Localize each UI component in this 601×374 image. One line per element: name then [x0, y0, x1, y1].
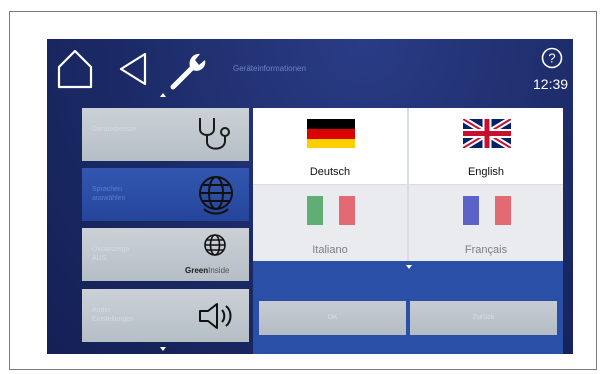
language-option-italiano[interactable]: Italiano	[253, 185, 407, 261]
help-symbol: ?	[548, 51, 555, 66]
grid-scroll-down-arrow[interactable]	[406, 265, 412, 269]
fr-flag-icon	[463, 196, 511, 225]
language-option-english[interactable]: English	[409, 108, 563, 184]
menu-scroll-up-arrow[interactable]	[160, 93, 166, 97]
menu-item-label: Sprachen auswählen	[92, 186, 126, 202]
language-label: Français	[464, 244, 508, 256]
page-title: Geräteinformationen	[233, 64, 306, 73]
clock: 12:39	[533, 76, 569, 92]
language-grid: Deutsch English Italiano Français	[253, 108, 563, 261]
greeninside-logo-bold: Green	[185, 266, 209, 275]
language-label: English	[467, 166, 505, 178]
globe-icon	[199, 176, 233, 215]
language-label: Deutsch	[309, 166, 351, 178]
menu-item-eco-display[interactable]: Ökoanzeige AUS GreenInside	[82, 228, 249, 281]
speaker-icon	[199, 303, 232, 329]
back-triangle-icon[interactable]	[117, 51, 149, 87]
uk-flag-icon	[463, 119, 511, 148]
stethoscope-icon	[199, 118, 230, 150]
menu-item-audio-settings[interactable]: Audio Einstellungen	[82, 289, 249, 342]
menu-item-device-services[interactable]: Gerätedienste	[82, 108, 249, 161]
language-option-deutsch[interactable]: Deutsch	[253, 108, 407, 184]
top-bar: Geräteinformationen ? 12:39	[47, 39, 573, 99]
menu-item-label: Gerätedienste	[92, 126, 136, 133]
back-button-label: Zurück	[472, 314, 495, 321]
de-flag-icon	[307, 119, 355, 148]
menu-item-label: Audio Einstellungen	[92, 307, 135, 323]
language-option-francais[interactable]: Français	[409, 185, 563, 261]
home-icon[interactable]	[56, 48, 94, 90]
menu-scroll-down-arrow[interactable]	[160, 347, 166, 351]
globe-icon	[204, 234, 226, 256]
ok-button[interactable]: OK	[259, 301, 406, 335]
help-circle-icon[interactable]: ?	[541, 47, 563, 69]
greeninside-logo-rest: Inside	[208, 266, 230, 275]
ok-button-label: OK	[327, 314, 338, 321]
back-button[interactable]: Zurück	[410, 301, 557, 335]
device-screen: Geräteinformationen ? 12:39 Gerätedienst…	[47, 39, 573, 354]
menu-item-select-language[interactable]: Sprachen auswählen	[82, 168, 249, 221]
menu-item-label: Ökoanzeige AUS	[92, 246, 130, 262]
it-flag-icon	[307, 196, 355, 225]
wrench-icon[interactable]	[167, 47, 213, 93]
greeninside-logo: GreenInside	[185, 266, 229, 275]
language-label: Italiano	[312, 244, 348, 256]
